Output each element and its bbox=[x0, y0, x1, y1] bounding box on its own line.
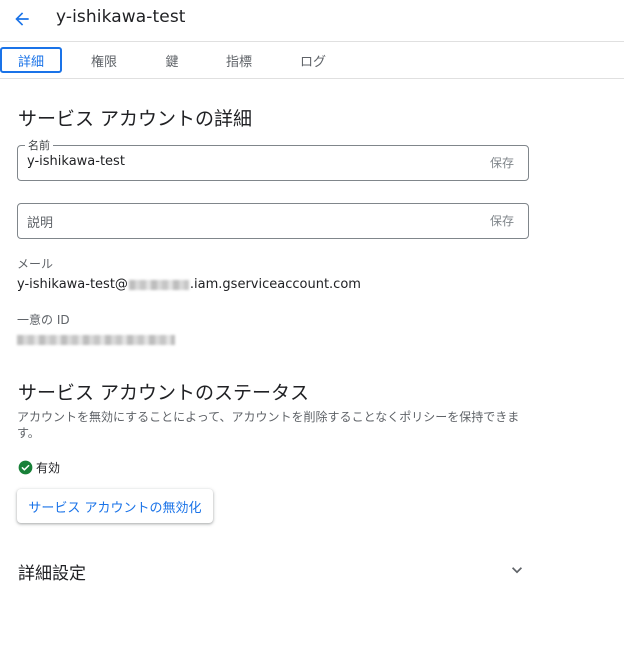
chevron-down-icon[interactable] bbox=[507, 560, 527, 580]
tab-metrics[interactable]: 指標 bbox=[217, 47, 261, 73]
details-section-title: サービス アカウントの詳細 bbox=[18, 108, 253, 130]
email-suffix: .iam.gserviceaccount.com bbox=[189, 277, 361, 292]
disable-account-button[interactable]: サービス アカウントの無効化 bbox=[17, 489, 213, 523]
page-title: y-ishikawa-test bbox=[56, 7, 186, 27]
tab-logs[interactable]: ログ bbox=[291, 47, 335, 73]
tab-keys[interactable]: 鍵 bbox=[156, 47, 188, 73]
advanced-settings-title: 詳細設定 bbox=[18, 564, 86, 584]
description-input-placeholder[interactable]: 説明 bbox=[27, 212, 53, 231]
description-save-button[interactable]: 保存 bbox=[490, 212, 514, 229]
description-field[interactable]: 説明 保存 bbox=[17, 203, 529, 239]
name-field-label: 名前 bbox=[25, 137, 53, 153]
tab-permissions[interactable]: 権限 bbox=[82, 47, 126, 73]
name-input-value[interactable]: y-ishikawa-test bbox=[27, 154, 125, 169]
name-save-button[interactable]: 保存 bbox=[490, 154, 514, 171]
email-redacted bbox=[128, 279, 189, 290]
name-field[interactable]: 名前 y-ishikawa-test 保存 bbox=[17, 137, 529, 181]
tab-bar: 詳細 権限 鍵 指標 ログ bbox=[0, 42, 624, 79]
unique-id-redacted bbox=[17, 335, 175, 345]
check-circle-icon bbox=[18, 460, 33, 475]
email-prefix: y-ishikawa-test@ bbox=[17, 277, 128, 292]
back-button[interactable] bbox=[8, 5, 36, 33]
status-description: アカウントを無効にすることによって、アカウントを削除することなくポリシーを保持で… bbox=[17, 410, 520, 440]
unique-id-label: 一意の ID bbox=[17, 313, 70, 327]
status-section-title: サービス アカウントのステータス bbox=[18, 382, 310, 404]
tab-details[interactable]: 詳細 bbox=[0, 47, 62, 73]
status-indicator: 有効 bbox=[18, 459, 60, 476]
email-value: y-ishikawa-test@ .iam.gserviceaccount.com bbox=[17, 277, 361, 292]
arrow-back-icon bbox=[15, 12, 29, 26]
advanced-settings-expander[interactable]: 詳細設定 bbox=[17, 556, 529, 586]
status-label: 有効 bbox=[36, 461, 61, 475]
email-label: メール bbox=[17, 257, 54, 271]
top-app-bar: y-ishikawa-test bbox=[0, 0, 624, 42]
